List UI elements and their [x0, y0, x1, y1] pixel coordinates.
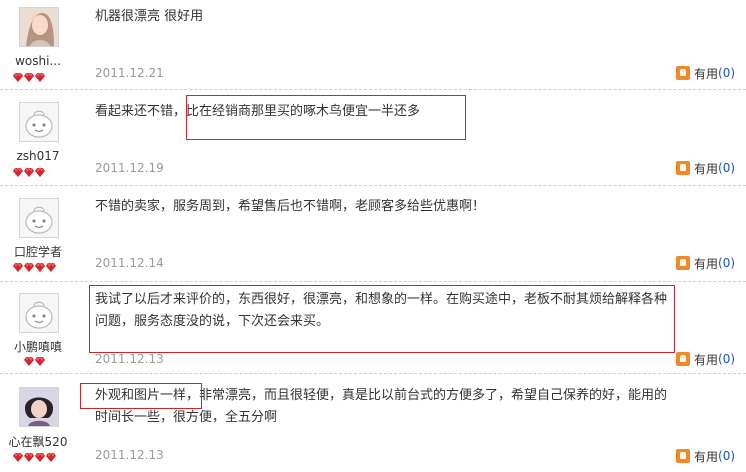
- review-item: 心在飘520 外观和图片一样，非常漂亮，而且很轻便，真是比以前台式的方便多了，希…: [0, 373, 746, 472]
- thumb-icon: [676, 66, 690, 80]
- rank-gems: [24, 357, 45, 367]
- gem-icon: [13, 263, 23, 272]
- useful-count[interactable]: (0): [718, 161, 735, 175]
- rank-gems: [13, 73, 45, 83]
- thumb-icon: [676, 161, 690, 175]
- gem-icon: [24, 263, 34, 272]
- useful-button[interactable]: 有用 (0): [676, 351, 735, 367]
- thumb-icon: [676, 449, 690, 463]
- review-date: 2011.12.13: [95, 352, 164, 366]
- gem-icon: [35, 263, 45, 272]
- useful-count[interactable]: (0): [718, 66, 735, 80]
- avatar[interactable]: [19, 7, 59, 47]
- gem-icon: [24, 73, 34, 82]
- review-date: 2011.12.13: [95, 448, 164, 462]
- gem-icon: [13, 453, 23, 462]
- useful-button[interactable]: 有用 (0): [676, 448, 735, 464]
- gem-icon: [24, 357, 34, 366]
- gem-icon: [46, 453, 56, 462]
- gem-icon: [24, 168, 34, 177]
- username[interactable]: 心在飘520: [0, 433, 76, 450]
- avatar[interactable]: [19, 102, 59, 142]
- review-item: 口腔学者 不错的卖家，服务周到，希望售后也不错啊，老顾客多给些优惠啊！ 2011…: [0, 185, 746, 281]
- default-avatar-icon: [20, 199, 58, 237]
- username[interactable]: zsh017: [0, 149, 76, 163]
- useful-label: 有用: [694, 161, 719, 176]
- gem-icon: [35, 453, 45, 462]
- useful-label: 有用: [694, 66, 719, 81]
- gem-icon: [35, 357, 45, 366]
- avatar[interactable]: [19, 198, 59, 238]
- avatar[interactable]: [19, 293, 59, 333]
- review-date: 2011.12.21: [95, 66, 164, 80]
- review-item: woshi... 机器很漂亮 很好用 2011.12.21 有用 (0): [0, 0, 746, 89]
- review-text: 不错的卖家，服务周到，希望售后也不错啊，老顾客多给些优惠啊！: [95, 199, 486, 214]
- avatar[interactable]: [19, 387, 59, 427]
- review-text: 我试了以后才来评价的，东西很好，很漂亮，和想象的一样。在购买途中，老板不耐其烦给…: [95, 292, 668, 329]
- thumb-icon: [676, 352, 690, 366]
- useful-button[interactable]: 有用 (0): [676, 255, 735, 271]
- gem-icon: [46, 263, 56, 272]
- useful-count[interactable]: (0): [718, 449, 735, 463]
- gem-icon: [13, 168, 23, 177]
- gem-icon: [35, 168, 45, 177]
- review-item: zsh017 看起来还不错，比在经销商那里买的啄木鸟便宜一半还多 2011.12…: [0, 89, 746, 185]
- useful-button[interactable]: 有用 (0): [676, 160, 735, 176]
- gem-icon: [35, 73, 45, 82]
- gem-icon: [24, 453, 34, 462]
- review-date: 2011.12.14: [95, 256, 164, 270]
- review-text: 看起来还不错，比在经销商那里买的啄木鸟便宜一半还多: [95, 104, 421, 119]
- default-avatar-icon: [20, 103, 58, 141]
- thumb-icon: [676, 256, 690, 270]
- useful-count[interactable]: (0): [718, 256, 735, 270]
- rank-gems: [13, 263, 56, 273]
- review-date: 2011.12.19: [95, 161, 164, 175]
- useful-label: 有用: [694, 352, 719, 367]
- username[interactable]: 小鹏嗔嗔: [0, 338, 76, 355]
- useful-count[interactable]: (0): [718, 352, 735, 366]
- review-text: 机器很漂亮 很好用: [95, 9, 204, 24]
- useful-label: 有用: [694, 256, 719, 271]
- gem-icon: [13, 73, 23, 82]
- review-text: 外观和图片一样，非常漂亮，而且很轻便，真是比以前台式的方便多了，希望自己保养的好…: [95, 388, 668, 425]
- rank-gems: [13, 453, 56, 463]
- default-avatar-icon: [20, 294, 58, 332]
- username[interactable]: woshi...: [0, 54, 76, 68]
- useful-button[interactable]: 有用 (0): [676, 65, 735, 81]
- useful-label: 有用: [694, 449, 719, 464]
- review-item: 小鹏嗔嗔 我试了以后才来评价的，东西很好，很漂亮，和想象的一样。在购买途中，老板…: [0, 281, 746, 373]
- username[interactable]: 口腔学者: [0, 243, 76, 260]
- rank-gems: [13, 168, 45, 178]
